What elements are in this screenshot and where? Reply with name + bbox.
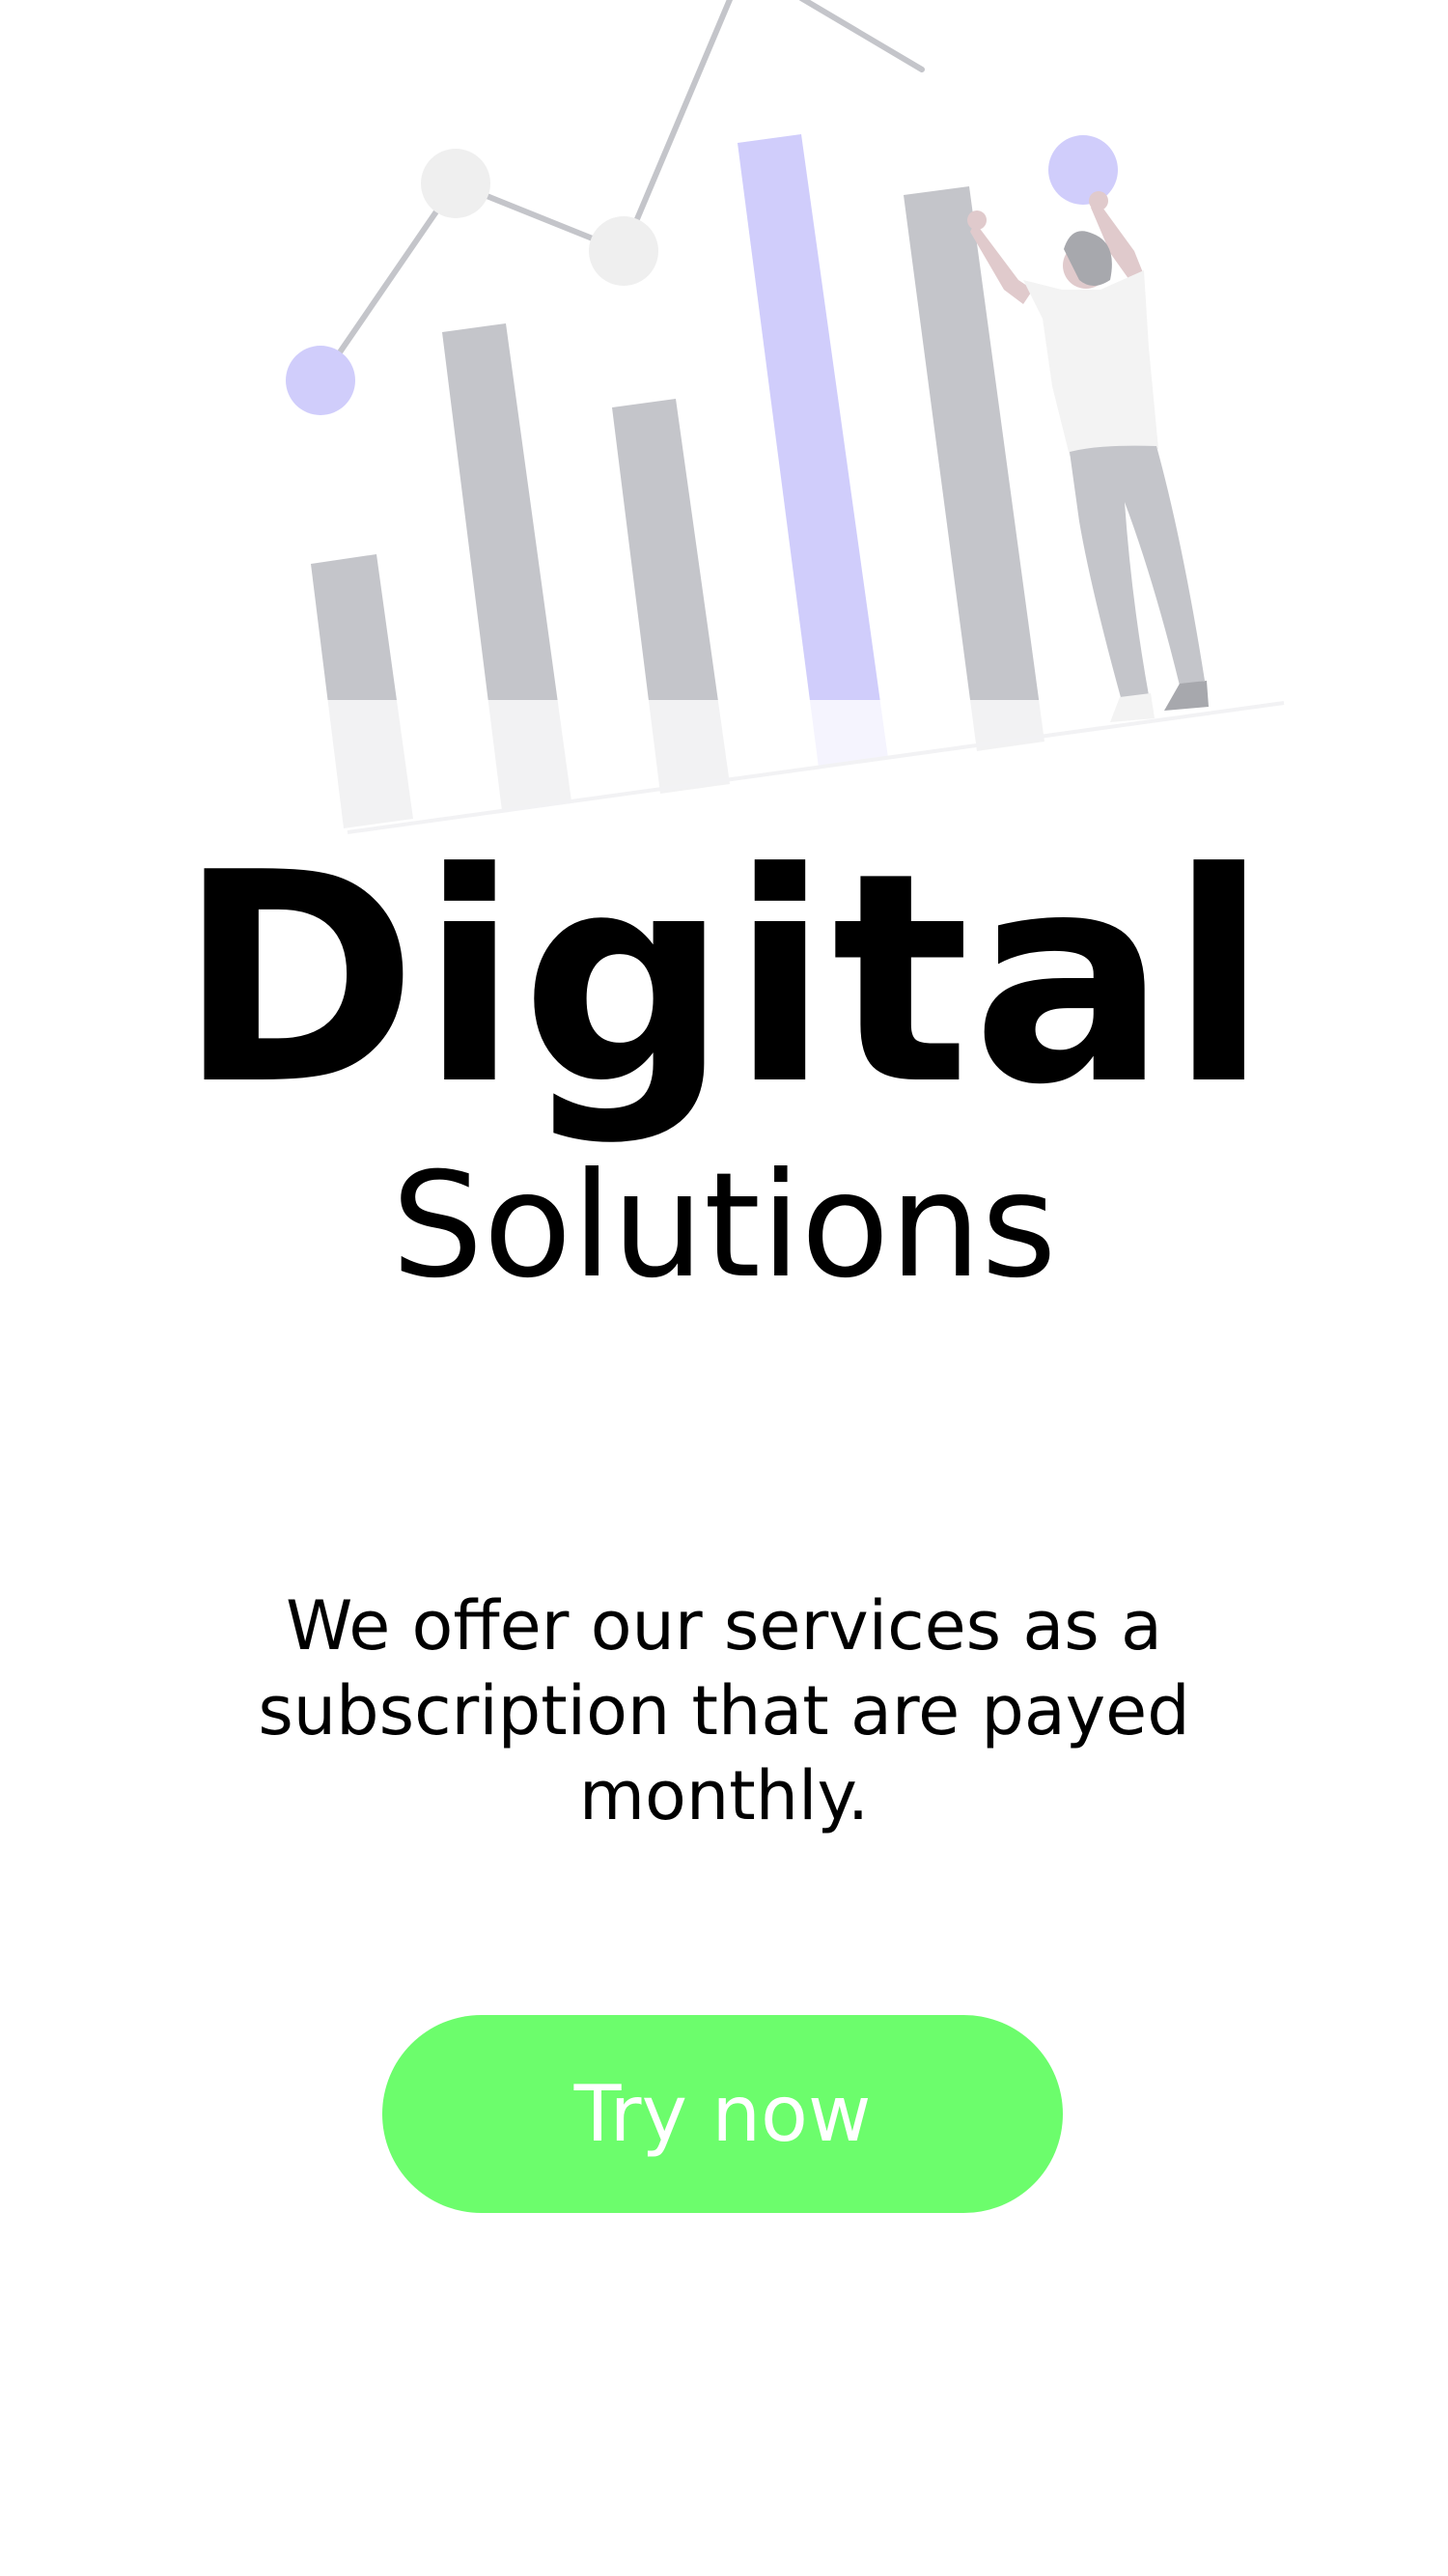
chart-point: [421, 149, 490, 218]
try-now-button[interactable]: Try now: [382, 2015, 1063, 2213]
description-text: We offer our services as a subscription …: [258, 1586, 1190, 1835]
hero-illustration: [0, 0, 1448, 845]
line-graph: [318, 0, 925, 383]
chart-bar: [738, 134, 888, 768]
bar-chart-illustration: [0, 0, 1448, 845]
page-subtitle: Solutions: [391, 1142, 1057, 1310]
chart-bar: [904, 186, 1044, 751]
chart-point: [589, 216, 658, 286]
page-title: Digital: [177, 811, 1271, 1148]
chart-point: [286, 346, 355, 415]
chart-point: [1048, 135, 1118, 205]
